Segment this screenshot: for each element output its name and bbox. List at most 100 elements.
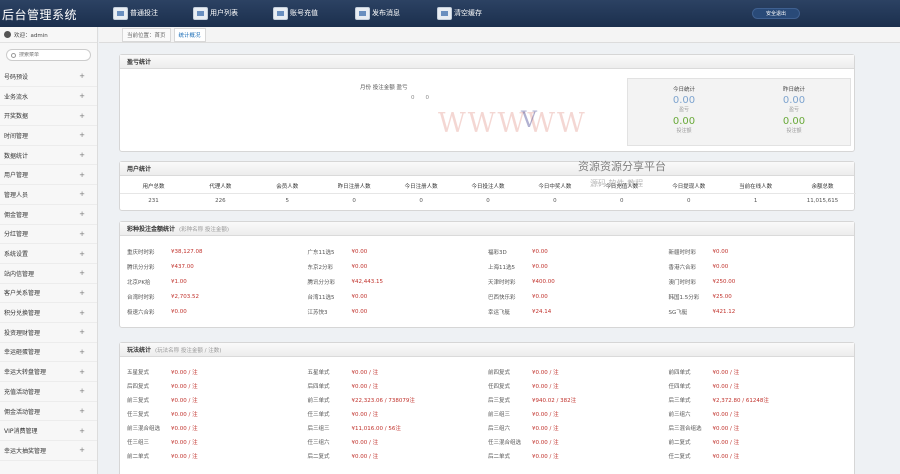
expand-plus-icon[interactable]: + (79, 210, 85, 218)
lottery-cell-name: 上海11选5 (488, 264, 515, 271)
lottery-cell: 韩国1.5分彩 ¥25.00 (669, 289, 850, 304)
play-cell-name: 任三复式 (127, 412, 150, 418)
yesterday-stat: 昨日统计 0.00 盈亏 0.00 投注额 (754, 85, 834, 134)
sidebar-item[interactable]: 开奖数据 + (0, 106, 97, 127)
sidebar-item-label: 时间管理 (4, 132, 29, 140)
play-cell: 五星单式 ¥0.00 / 注 (308, 365, 489, 379)
lottery-cell-amount: ¥1.00 (171, 278, 187, 285)
sidebar-item[interactable]: 用户管理 + (0, 165, 97, 186)
play-cell: 五星复式 ¥0.00 / 注 (127, 365, 308, 379)
lottery-cell: 香港六合彩 ¥0.00 (669, 259, 850, 274)
expand-plus-icon[interactable]: + (79, 250, 85, 258)
nav-account-recharge[interactable]: 账号充值 (273, 4, 318, 22)
sidebar-item[interactable]: 客户关系管理 + (0, 284, 97, 304)
play-cell: 后三组六 ¥0.00 / 注 (488, 421, 669, 435)
today-stat: 今日统计 0.00 盈亏 0.00 投注额 (644, 85, 724, 134)
search-icon (11, 52, 16, 58)
sidebar-item[interactable]: 号码预设 + (0, 67, 97, 87)
logout-button[interactable]: 安全退出 (752, 8, 800, 19)
sidebar-item[interactable]: 管理人员 + (0, 185, 97, 205)
lottery-cell-name: 重庆时时彩 (127, 249, 155, 256)
expand-plus-icon[interactable]: + (79, 427, 85, 435)
lottery-cell: 台湾11选5 ¥0.00 (308, 289, 489, 304)
sidebar-item[interactable]: VIP消费管理 + (0, 421, 97, 442)
play-stats-panel: 玩法统计 (玩法名称 投注金额 / 注数) 五星复式 ¥0.00 / 注 五星单式 ¥… (119, 342, 855, 474)
expand-plus-icon[interactable]: + (79, 171, 85, 179)
expand-plus-icon[interactable]: + (79, 92, 85, 100)
expand-plus-icon[interactable]: + (79, 368, 85, 376)
lottery-cell-amount: ¥250.00 (712, 278, 736, 285)
user-stat-value: 0 (686, 198, 691, 204)
lottery-cell: 台湾时时彩 ¥2,703.52 (127, 289, 308, 304)
expand-plus-icon[interactable]: + (79, 230, 85, 238)
play-cell-name: 前三单式 (307, 398, 330, 404)
expand-plus-icon[interactable]: + (79, 289, 85, 297)
sidebar-item[interactable]: 业务流水 + (0, 87, 97, 107)
sidebar-item[interactable]: 幸运大抽奖管理 + (0, 441, 97, 461)
sidebar-item[interactable]: 数据统计 + (0, 146, 97, 166)
sidebar-item[interactable]: 时间管理 + (0, 126, 97, 146)
lottery-cell-name: 广东11选5 (307, 249, 335, 256)
expand-plus-icon[interactable]: + (79, 72, 85, 80)
sidebar-item-label: 业务流水 (4, 93, 29, 101)
play-cell-name: 五星单式 (307, 370, 330, 376)
lottery-cell: 巴西快乐彩 ¥0.00 (488, 289, 669, 304)
user-stats-panel: 用户统计 用户总数 231 代理人数 226 会员人数 5 昨日注册人数 0 今日注册人数 0 今日… (119, 161, 856, 211)
lottery-cell: 腾讯分分彩 ¥437.00 (127, 259, 308, 274)
user-stat-column: 余额总数 11,015,615 (789, 180, 856, 208)
expand-plus-icon[interactable]: + (79, 151, 85, 159)
expand-plus-icon[interactable]: + (79, 131, 85, 139)
expand-plus-icon[interactable]: + (79, 309, 85, 317)
user-stat-header: 今日中奖人数 (521, 180, 589, 194)
play-cell-name: 前四复式 (488, 370, 511, 376)
sidebar-item[interactable]: 幸运大转盘管理 + (0, 362, 97, 382)
expand-plus-icon[interactable]: + (79, 269, 85, 277)
sidebar-search-input[interactable] (19, 52, 89, 58)
expand-plus-icon[interactable]: + (79, 387, 85, 395)
breadcrumb-current[interactable]: 统计概况 (173, 27, 206, 42)
play-stats-title: 玩法统计 (127, 347, 152, 354)
nav-clear-cache[interactable]: 清空缓存 (437, 4, 482, 22)
expand-plus-icon[interactable]: + (79, 348, 85, 356)
lottery-cell-amount: ¥0.00 (171, 308, 187, 315)
sidebar-item[interactable]: 分红管理 + (0, 225, 97, 245)
watermark-subtext: 源码 软件 教程 (590, 179, 644, 188)
play-cell-name: 前三组六 (668, 412, 691, 418)
lottery-grid: 重庆时时彩 ¥38,127.08 广东11选5 ¥0.00 福彩3D ¥0.00 新疆时时彩… (127, 244, 849, 319)
nav-normal-bet[interactable]: 普通投注 (113, 4, 158, 22)
play-cell-amount: ¥0.00 / 注 (351, 370, 379, 376)
sidebar-search[interactable] (6, 49, 91, 61)
expand-plus-icon[interactable]: + (79, 446, 85, 454)
sidebar-item[interactable]: 站内信管理 + (0, 264, 97, 284)
expand-plus-icon[interactable]: + (79, 112, 85, 120)
play-stats-header: 玩法统计 (玩法名称 投注金额 / 注数) (120, 343, 854, 357)
watermark-text: 资源资源分享平台 (578, 160, 666, 173)
expand-plus-icon[interactable]: + (79, 407, 85, 415)
play-cell: 任二复式 ¥0.00 / 注 (669, 449, 850, 463)
lottery-stats-subtitle: (彩种名称 投注金额) (179, 226, 230, 233)
user-stat-value: 0 (553, 198, 557, 204)
sidebar-item[interactable]: 投资理财管理 + (0, 323, 97, 343)
sidebar-item[interactable]: 佣金活动管理 + (0, 402, 97, 422)
sidebar-item[interactable]: 幸运砸蛋管理 + (0, 343, 97, 363)
play-cell-name: 五星复式 (127, 370, 150, 376)
lottery-cell-name: 韩国1.5分彩 (668, 294, 700, 301)
play-cell-amount: ¥0.00 / 注 (712, 384, 740, 390)
play-cell: 任三复式 ¥0.00 / 注 (127, 407, 308, 421)
recharge-icon (273, 6, 288, 20)
sidebar-item-label: VIP消费管理 (4, 428, 38, 436)
sidebar-item[interactable]: 积分兑换管理 + (0, 303, 97, 323)
breadcrumb-location[interactable]: 当前位置：首页 (122, 27, 171, 42)
nav-user-list[interactable]: 用户列表 (193, 4, 238, 22)
expand-plus-icon[interactable]: + (79, 190, 85, 198)
lottery-cell-amount: ¥0.00 (532, 263, 548, 270)
lottery-cell-amount: ¥0.00 (532, 293, 548, 300)
sidebar-item[interactable]: 佣金管理 + (0, 205, 97, 225)
lottery-cell: 上海11选5 ¥0.00 (488, 259, 669, 274)
sidebar-item[interactable]: 系统设置 + (0, 244, 97, 264)
play-cell-amount: ¥0.00 / 注 (171, 426, 198, 432)
nav-publish-message[interactable]: 发布消息 (355, 4, 400, 22)
play-cell-name: 后二复式 (307, 454, 330, 460)
sidebar-item[interactable]: 充值活动管理 + (0, 382, 97, 402)
expand-plus-icon[interactable]: + (79, 328, 85, 336)
